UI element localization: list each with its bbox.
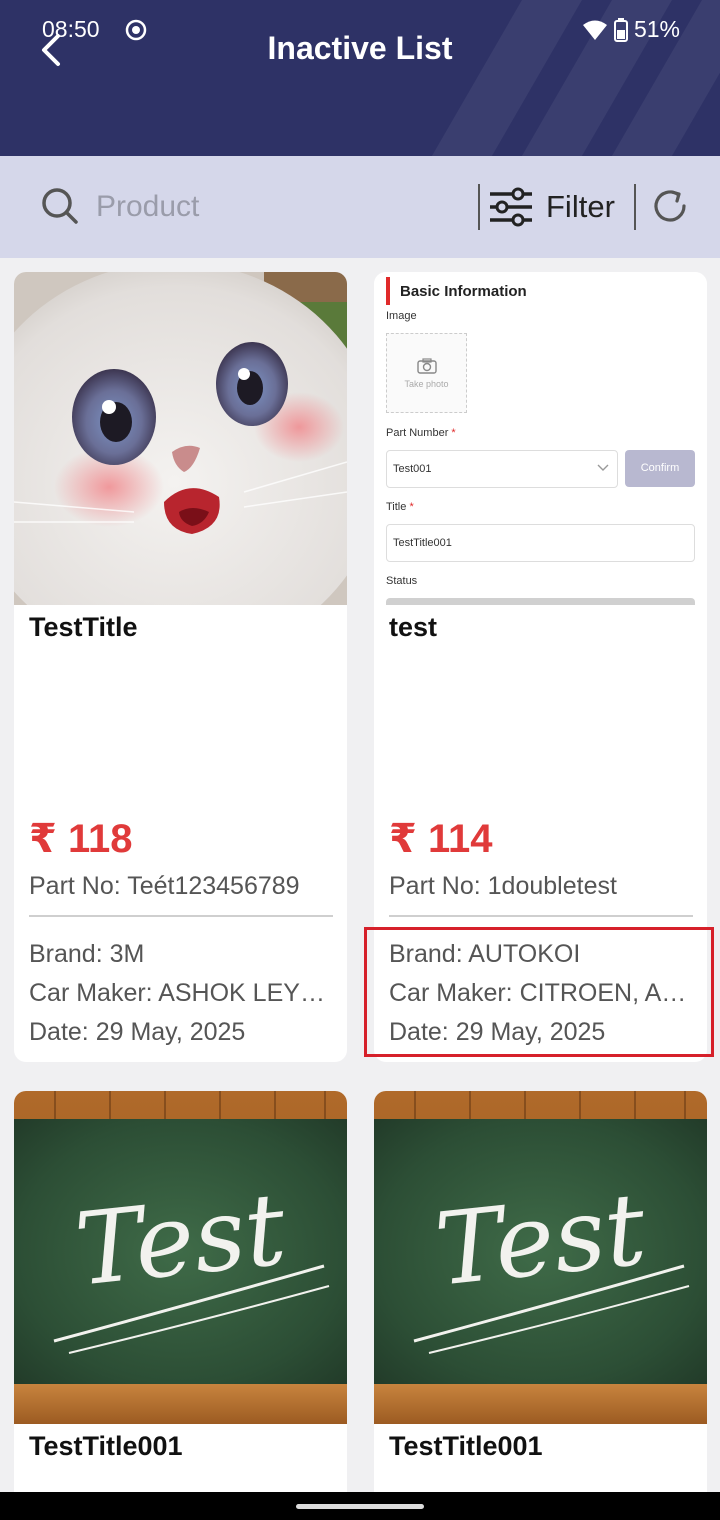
form-image-label: Image <box>386 310 417 322</box>
product-card[interactable]: Test TestTitle001 <box>14 1091 347 1511</box>
filter-button[interactable]: Filter <box>488 182 615 232</box>
product-image-kitten <box>14 272 347 605</box>
divider <box>478 184 480 230</box>
product-title: TestTitle001 <box>389 1431 543 1461</box>
form-part-number-label: Part Number * <box>386 427 456 439</box>
product-title: test <box>389 612 438 642</box>
product-price: ₹ 118 <box>29 817 133 861</box>
product-card[interactable]: Test TestTitle001 <box>374 1091 707 1511</box>
product-image-form-screenshot: Basic Information Image Take photo Part … <box>374 272 707 605</box>
form-title-label: Title * <box>386 501 414 513</box>
product-part-no: Part No: Teét123456789 <box>29 872 300 900</box>
product-car-maker: Car Maker: ASHOK LEYLAND <box>29 979 337 1007</box>
divider <box>634 184 636 230</box>
product-title: TestTitle <box>29 612 138 642</box>
page-title: Inactive List <box>267 30 453 66</box>
search-icon <box>42 188 78 224</box>
highlight-box <box>364 927 714 1057</box>
product-title: TestTitle001 <box>29 1431 183 1461</box>
divider <box>389 915 693 917</box>
product-image-chalkboard: Test <box>374 1091 707 1424</box>
take-photo-label: Take photo <box>404 379 449 389</box>
sliders-icon <box>490 187 532 227</box>
product-part-no: Part No: 1doubletest <box>389 872 617 900</box>
filter-label: Filter <box>546 189 615 224</box>
product-date: Date: 29 May, 2025 <box>29 1018 246 1046</box>
form-part-number-field: Test001 <box>386 450 618 488</box>
home-gesture-handle[interactable] <box>296 1504 424 1509</box>
product-card[interactable]: TestTitle ₹ 118 Part No: Teét123456789 B… <box>14 272 347 1062</box>
take-photo-box: Take photo <box>386 333 467 413</box>
product-brand: Brand: 3M <box>29 940 145 968</box>
form-status-label: Status <box>386 575 418 587</box>
divider <box>29 915 333 917</box>
search-input[interactable] <box>96 184 456 230</box>
form-title-field: TestTitle001 <box>386 524 695 562</box>
chalk-underline <box>53 1264 330 1354</box>
product-image-chalkboard: Test <box>14 1091 347 1424</box>
form-status-field <box>386 598 695 605</box>
chevron-down-icon <box>597 464 609 471</box>
refresh-icon[interactable] <box>650 186 690 226</box>
camera-icon <box>417 358 437 374</box>
chalk-underline <box>413 1264 690 1354</box>
form-heading: Basic Information <box>400 283 527 300</box>
form-confirm-button: Confirm <box>625 450 695 487</box>
product-price: ₹ 114 <box>389 817 493 861</box>
